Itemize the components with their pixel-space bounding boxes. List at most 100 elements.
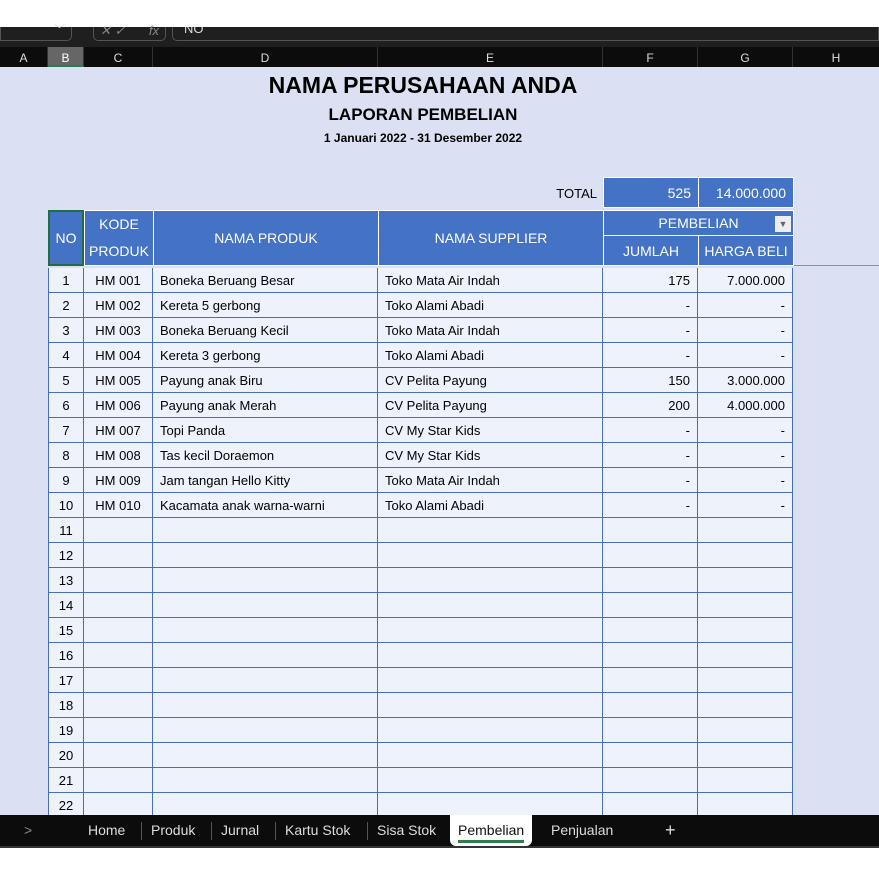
cell-harga[interactable]: - [698,443,793,468]
cell-no[interactable]: 4 [48,343,84,368]
column-header-a[interactable]: A [0,47,48,67]
cell-kode[interactable]: HM 006 [84,393,153,418]
cell-jumlah[interactable] [603,793,698,815]
cell-kode[interactable] [84,768,153,793]
sheet-tab-kartu-stok[interactable]: Kartu Stok [277,815,358,846]
cell-no[interactable]: 19 [48,718,84,743]
cell-kode[interactable] [84,793,153,815]
cell-jumlah[interactable] [603,668,698,693]
cell-kode[interactable] [84,568,153,593]
column-header-f[interactable]: F [603,47,698,67]
cell-no[interactable]: 9 [48,468,84,493]
cell-jumlah[interactable]: - [603,293,698,318]
cell-harga[interactable] [698,693,793,718]
cell-kode[interactable]: HM 009 [84,468,153,493]
cell-nama[interactable]: Kacamata anak warna-warni [153,493,378,518]
cell-no[interactable]: 12 [48,543,84,568]
header-pembelian[interactable]: PEMBELIAN ▼ [603,210,794,236]
cell-harga[interactable] [698,618,793,643]
cell-kode[interactable]: HM 003 [84,318,153,343]
cell-no[interactable]: 10 [48,493,84,518]
cell-no[interactable]: 7 [48,418,84,443]
cell-supplier[interactable]: Toko Alami Abadi [378,293,603,318]
cell-jumlah[interactable] [603,643,698,668]
cell-jumlah[interactable]: - [603,418,698,443]
cell-no[interactable]: 13 [48,568,84,593]
cell-nama[interactable]: Boneka Beruang Besar [153,268,378,293]
cell-harga[interactable] [698,668,793,693]
cell-nama[interactable] [153,518,378,543]
cell-jumlah[interactable]: 150 [603,368,698,393]
cell-no[interactable]: 11 [48,518,84,543]
cell-supplier[interactable] [378,743,603,768]
cell-harga[interactable] [698,593,793,618]
cell-kode[interactable] [84,743,153,768]
cell-harga[interactable] [698,643,793,668]
cell-supplier[interactable]: Toko Alami Abadi [378,343,603,368]
cell-nama[interactable]: Tas kecil Doraemon [153,443,378,468]
cell-supplier[interactable]: CV Pelita Payung [378,368,603,393]
cell-nama[interactable]: Kereta 3 gerbong [153,343,378,368]
cell-no[interactable]: 18 [48,693,84,718]
cell-harga[interactable] [698,543,793,568]
add-sheet-button[interactable]: + [657,815,684,846]
cell-kode[interactable] [84,543,153,568]
cell-supplier[interactable]: Toko Alami Abadi [378,493,603,518]
cell-nama[interactable]: Payung anak Biru [153,368,378,393]
cell-harga[interactable] [698,518,793,543]
cell-supplier[interactable]: Toko Mata Air Indah [378,318,603,343]
cell-harga[interactable]: 4.000.000 [698,393,793,418]
total-harga[interactable]: 14.000.000 [698,177,794,208]
cell-jumlah[interactable] [603,743,698,768]
sheet-tab-sisa-stok[interactable]: Sisa Stok [369,815,444,846]
scroll-tabs-icon[interactable]: > [16,815,40,846]
cell-harga[interactable]: - [698,468,793,493]
cell-no[interactable]: 21 [48,768,84,793]
cell-nama[interactable] [153,643,378,668]
cell-nama[interactable] [153,743,378,768]
cell-harga[interactable]: - [698,493,793,518]
cell-jumlah[interactable] [603,693,698,718]
cell-jumlah[interactable]: - [603,468,698,493]
cell-supplier[interactable] [378,618,603,643]
cell-kode[interactable]: HM 001 [84,268,153,293]
cell-harga[interactable]: 3.000.000 [698,368,793,393]
cell-harga[interactable]: - [698,318,793,343]
cell-nama[interactable] [153,768,378,793]
filter-dropdown-icon[interactable]: ▼ [775,216,791,232]
column-header-c[interactable]: C [84,47,153,67]
cell-jumlah[interactable] [603,718,698,743]
cell-no[interactable]: 1 [48,268,84,293]
cell-no[interactable]: 2 [48,293,84,318]
cell-jumlah[interactable] [603,768,698,793]
cell-jumlah[interactable] [603,543,698,568]
cell-harga[interactable] [698,718,793,743]
cell-kode[interactable] [84,668,153,693]
sheet-tab-produk[interactable]: Produk [143,815,203,846]
cell-jumlah[interactable] [603,568,698,593]
cell-supplier[interactable] [378,518,603,543]
cell-no[interactable]: 22 [48,793,84,815]
cell-nama[interactable]: Kereta 5 gerbong [153,293,378,318]
cell-nama[interactable] [153,593,378,618]
cell-harga[interactable]: - [698,343,793,368]
cell-supplier[interactable] [378,693,603,718]
cell-nama[interactable]: Boneka Beruang Kecil [153,318,378,343]
cell-supplier[interactable] [378,568,603,593]
cell-harga[interactable] [698,568,793,593]
sheet-tab-jurnal[interactable]: Jurnal [213,815,267,846]
cell-harga[interactable]: 7.000.000 [698,268,793,293]
cell-jumlah[interactable] [603,618,698,643]
formula-input[interactable]: NO [172,27,879,41]
cell-jumlah[interactable]: - [603,443,698,468]
cell-jumlah[interactable]: 200 [603,393,698,418]
cell-kode[interactable] [84,693,153,718]
cell-supplier[interactable]: Toko Mata Air Indah [378,468,603,493]
cell-kode[interactable] [84,718,153,743]
cell-kode[interactable] [84,518,153,543]
cell-harga[interactable]: - [698,418,793,443]
cell-jumlah[interactable] [603,518,698,543]
cell-supplier[interactable]: Toko Mata Air Indah [378,268,603,293]
cell-kode[interactable] [84,643,153,668]
cell-nama[interactable]: Jam tangan Hello Kitty [153,468,378,493]
